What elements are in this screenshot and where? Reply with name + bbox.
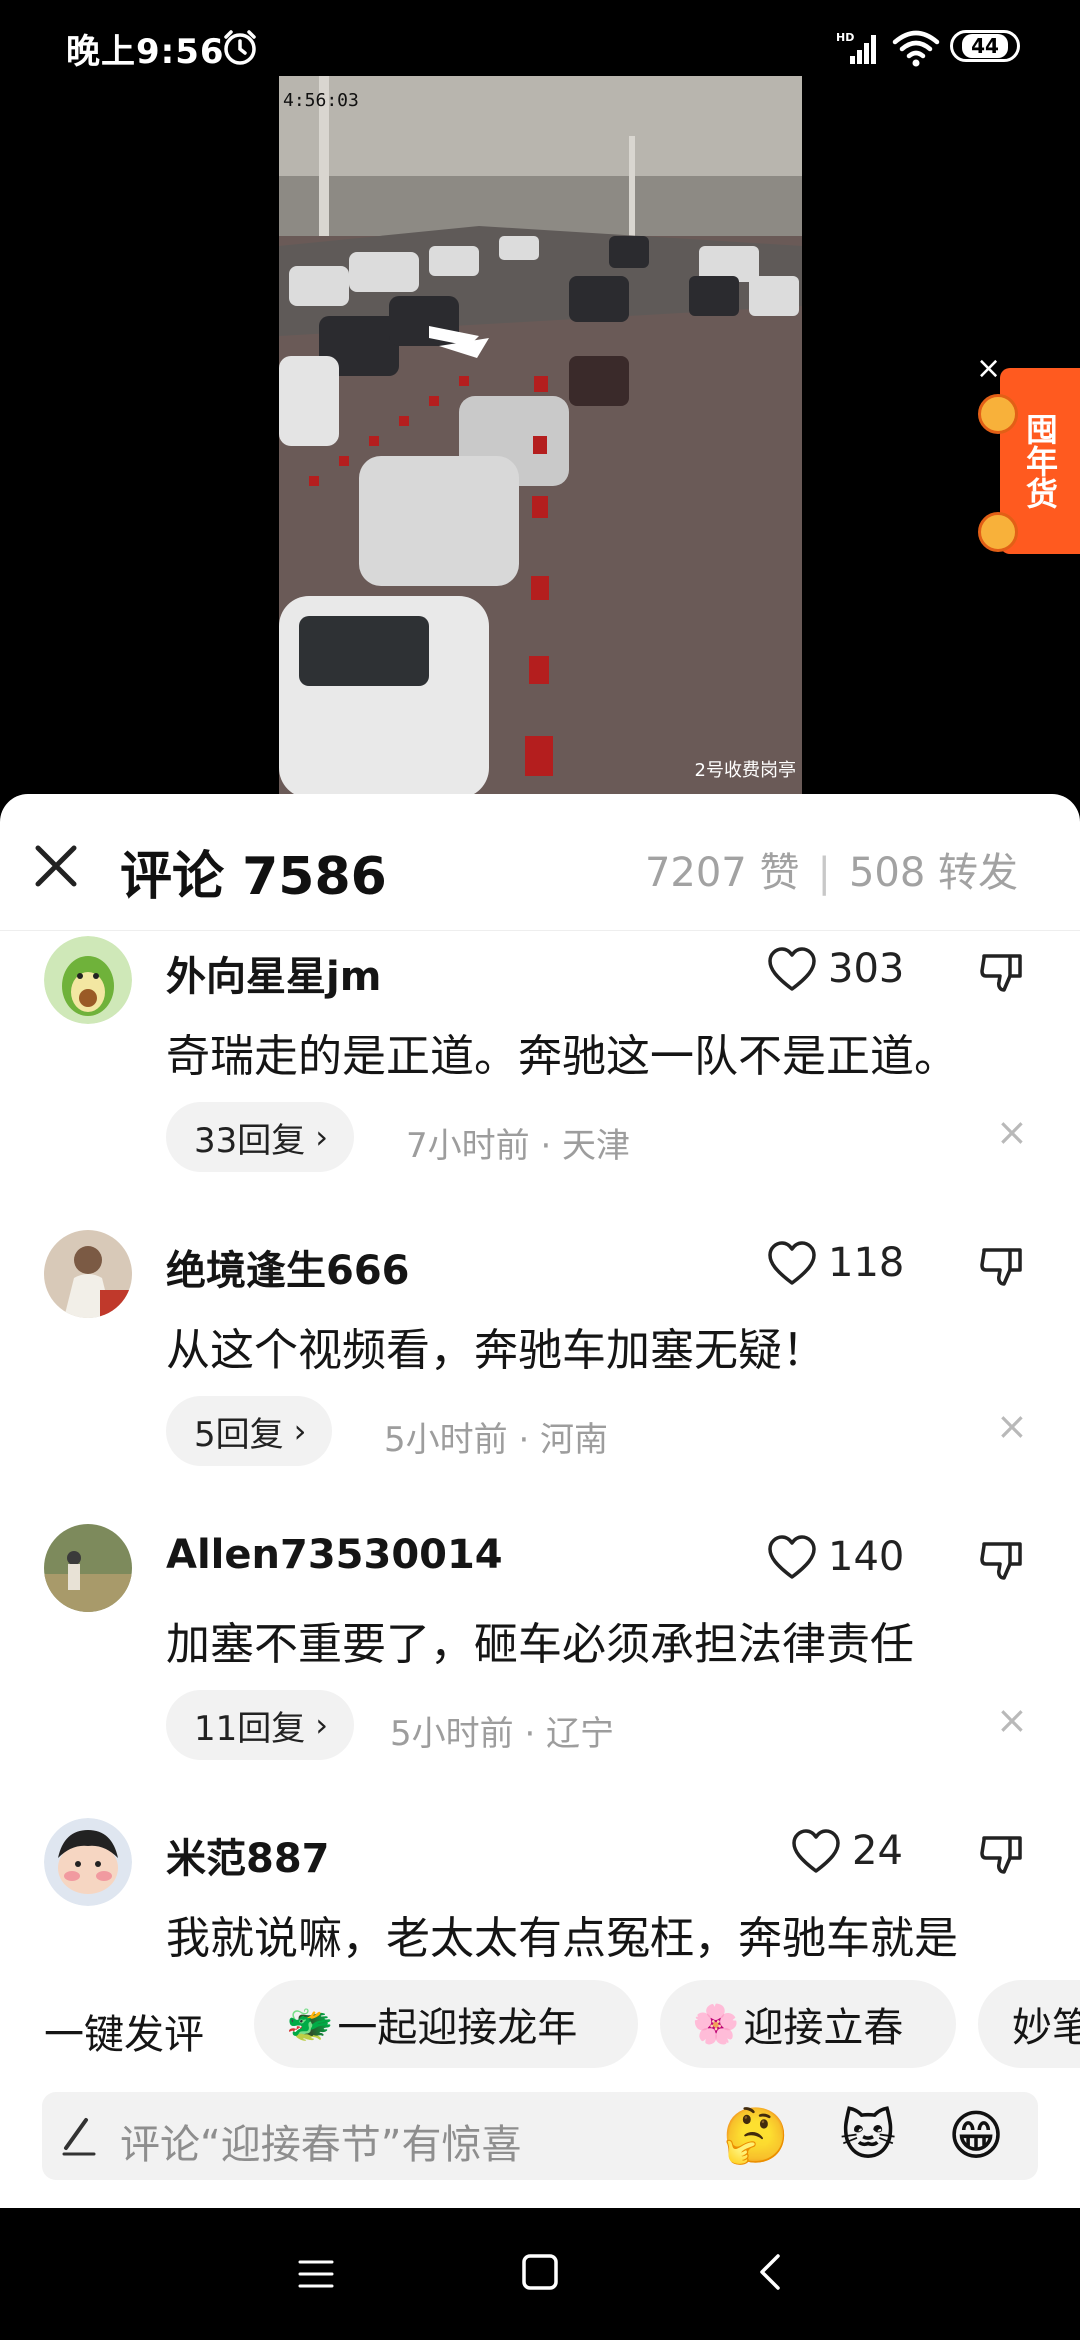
quick-comment-chip[interactable]: 🌸 迎接立春 (660, 1980, 956, 2068)
dragon-icon: 🐲 (286, 2001, 334, 2046)
chevron-right-icon: › (315, 1706, 329, 1744)
video-frame (279, 76, 802, 798)
comment-username[interactable]: 绝境逢生666 (166, 1238, 410, 1296)
comment-like-count: 118 (828, 1240, 905, 1286)
dismiss-icon[interactable]: × (996, 1700, 1028, 1740)
avatar[interactable] (44, 1524, 132, 1612)
avatar[interactable] (44, 1230, 132, 1318)
comment-text[interactable]: 我就说嘛，老太太有点冤枉，奔驰车就是 (166, 1902, 958, 1966)
user-avatar-image (44, 1524, 132, 1612)
system-navigation-bar (0, 2208, 1080, 2340)
comment-input-placeholder: 评论“迎接春节”有惊喜 (120, 2122, 522, 2168)
comment-username[interactable]: Allen73530014 (166, 1532, 503, 1578)
comment-username[interactable]: 外向星星jm (166, 944, 381, 1002)
battery-indicator: 44 (950, 30, 1020, 62)
thinking-emoji-icon[interactable]: 🤔 (722, 2102, 790, 2170)
quick-comment-row: 一键发评 🐲 一起迎接龙年 🌸 迎接立春 妙笔 (0, 1980, 1080, 2076)
status-time: 晚上9:56 (66, 32, 225, 72)
reply-count: 33回复 (194, 1120, 306, 1161)
lantern-icon (978, 512, 1018, 552)
comment-like-count: 303 (828, 946, 905, 992)
alarm-clock-icon (224, 30, 256, 65)
battery-level: 44 (962, 34, 1008, 58)
grin-emoji-icon[interactable]: 😁 (942, 2102, 1010, 2170)
comment-username[interactable]: 米范887 (166, 1826, 330, 1884)
wifi-icon (892, 30, 940, 67)
heart-icon (792, 1829, 840, 1873)
chip-label: 妙笔 (1012, 2005, 1080, 2051)
comment-meta: 7小时前 · 天津 (406, 1126, 631, 1166)
pen-icon (62, 2118, 96, 2156)
chip-label: 一起迎接龙年 (337, 2005, 578, 2051)
comment-meta: 5小时前 · 辽宁 (390, 1714, 615, 1754)
thumbs-down-icon[interactable] (978, 1830, 1026, 1878)
comment-text[interactable]: 加塞不重要了，砸车必须承担法律责任 (166, 1608, 914, 1672)
post-stats: 7207 赞 | 508 转发 (645, 840, 1018, 898)
close-icon[interactable] (30, 840, 82, 892)
comments-header: 评论 7586 7207 赞 | 508 转发 (0, 794, 1080, 931)
chevron-right-icon: › (293, 1412, 307, 1450)
like-count: 7207 赞 (644, 850, 800, 896)
cat-emoji-icon[interactable]: 🐱 (834, 2102, 902, 2170)
comment-meta: 5小时前 · 河南 (384, 1420, 609, 1460)
chevron-right-icon: › (315, 1118, 329, 1156)
comment-item: Allen73530014 140 加塞不重要了，砸车必须承担法律责任 11回复… (0, 1524, 1080, 1814)
like-button[interactable]: 118 (766, 1238, 904, 1288)
like-button[interactable]: 140 (766, 1532, 904, 1582)
quick-comment-label: 一键发评 (44, 2012, 204, 2058)
heart-icon (768, 1535, 816, 1579)
stats-divider: | (817, 850, 831, 896)
network-type-label: HD (836, 31, 854, 44)
video-player[interactable]: 4:56:03 2号收费岗亭 (279, 76, 802, 798)
cellular-signal-icon: HD (836, 31, 876, 64)
avatar[interactable] (44, 936, 132, 1024)
lantern-icon (978, 394, 1018, 434)
comment-text[interactable]: 奇瑞走的是正道。奔驰这一队不是正道。 (166, 1020, 958, 1084)
blossom-icon: 🌸 (692, 2001, 740, 2046)
dismiss-icon[interactable]: × (996, 1112, 1028, 1152)
dismiss-icon[interactable]: × (996, 1406, 1028, 1446)
comments-title: 评论 7586 (120, 847, 387, 907)
cartoon-avatar-image (44, 1818, 132, 1906)
chip-label: 迎接立春 (743, 2005, 904, 2051)
video-timestamp: 4:56:03 (283, 90, 359, 111)
quick-comment-chip[interactable]: 🐲 一起迎接龙年 (254, 1980, 638, 2068)
avocado-avatar-image (44, 936, 132, 1024)
comment-item: 外向星星jm 303 奇瑞走的是正道。奔驰这一队不是正道。 33回复 › 7小时前… (0, 936, 1080, 1226)
avatar[interactable] (44, 1818, 132, 1906)
reply-count-button[interactable]: 11回复 › (166, 1690, 355, 1760)
thumbs-down-icon[interactable] (978, 948, 1026, 996)
promo-banner[interactable]: 囤年货 × (976, 354, 1080, 562)
thumbs-down-icon[interactable] (978, 1242, 1026, 1290)
heart-icon (768, 947, 816, 991)
comment-text[interactable]: 从这个视频看，奔驰车加塞无疑！ (166, 1314, 826, 1378)
comment-like-count: 24 (852, 1828, 903, 1874)
user-avatar-image (44, 1230, 132, 1318)
reply-count: 11回复 (194, 1708, 306, 1749)
like-button[interactable]: 303 (766, 944, 904, 994)
comment-like-count: 140 (828, 1534, 905, 1580)
thumbs-down-icon[interactable] (978, 1536, 1026, 1584)
promo-close-icon[interactable]: × (976, 354, 1001, 384)
heart-icon (768, 1241, 816, 1285)
comment-input[interactable]: 评论“迎接春节”有惊喜 🤔 🐱 😁 (42, 2092, 1038, 2180)
home-square-icon[interactable] (520, 2252, 560, 2292)
share-count: 508 转发 (848, 850, 1018, 896)
comment-item: 绝境逢生666 118 从这个视频看，奔驰车加塞无疑！ 5回复 › 5小时前 · … (0, 1230, 1080, 1520)
reply-count-button[interactable]: 5回复 › (166, 1396, 333, 1466)
back-chevron-icon[interactable] (752, 2252, 788, 2292)
video-caption: 2号收费岗亭 (694, 760, 796, 781)
comments-panel: 评论 7586 7207 赞 | 508 转发 外向星星jm 303 奇瑞走的是正道… (0, 794, 1080, 2208)
reply-count-button[interactable]: 33回复 › (166, 1102, 355, 1172)
menu-icon[interactable] (296, 2254, 336, 2294)
quick-comment-chip[interactable]: 妙笔 (978, 1980, 1080, 2068)
like-button[interactable]: 24 (790, 1826, 903, 1876)
comment-item: 米范887 24 我就说嘛，老太太有点冤枉，奔驰车就是 (0, 1818, 1080, 1970)
reply-count: 5回复 (194, 1414, 284, 1455)
